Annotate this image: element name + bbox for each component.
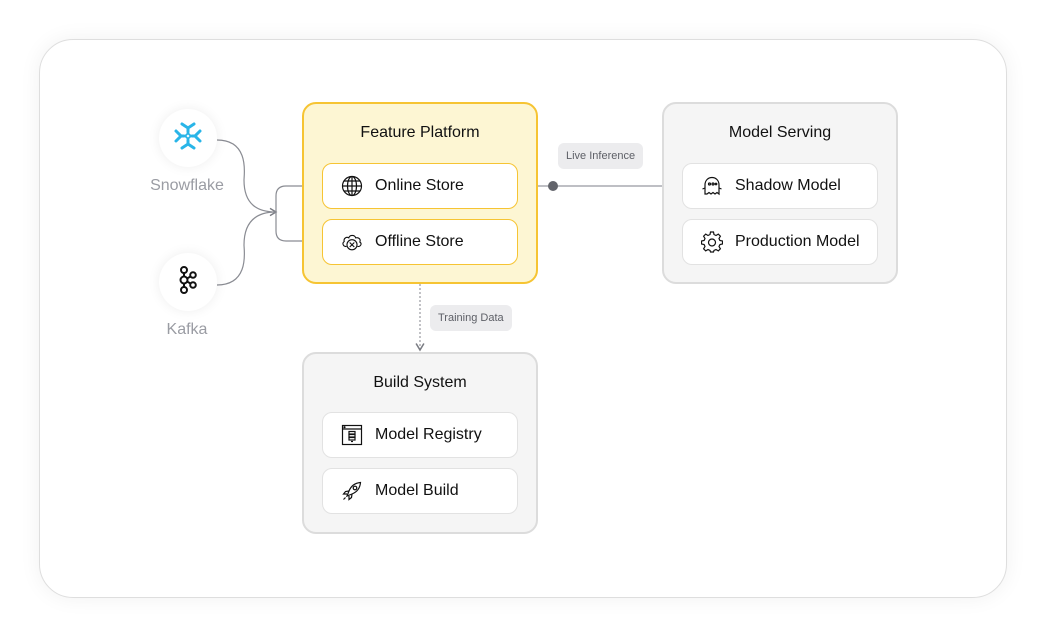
source-kafka[interactable] xyxy=(159,253,217,311)
item-label: Model Registry xyxy=(375,426,482,443)
source-label-kafka: Kafka xyxy=(166,321,208,338)
edge-label-live-inference: Live Inference xyxy=(558,143,644,169)
group-model-serving: Model Serving Shadow Model Production Mo… xyxy=(662,102,898,284)
item-label: Model Build xyxy=(375,482,459,499)
globe-icon xyxy=(341,175,363,197)
item-online-store[interactable]: Online Store xyxy=(322,163,518,209)
source-snowflake[interactable] xyxy=(159,109,217,167)
group-title: Feature Platform xyxy=(360,124,480,141)
group-feature-platform: Feature Platform Online Store Offline St… xyxy=(302,102,538,284)
ghost-icon xyxy=(701,175,723,197)
group-title: Build System xyxy=(373,374,467,391)
item-production-model[interactable]: Production Model xyxy=(682,219,878,265)
item-label: Production Model xyxy=(735,233,860,250)
source-label-snowflake: Snowflake xyxy=(150,177,224,194)
rocket-icon xyxy=(341,480,363,502)
item-offline-store[interactable]: Offline Store xyxy=(322,219,518,265)
registry-icon xyxy=(341,424,363,446)
kafka-icon xyxy=(176,265,200,300)
item-label: Online Store xyxy=(375,177,464,194)
item-model-build[interactable]: Model Build xyxy=(322,468,518,514)
cloud-x-icon xyxy=(341,231,363,253)
group-title: Model Serving xyxy=(728,124,832,141)
item-label: Shadow Model xyxy=(735,177,841,194)
group-build-system: Build System Model Registry Model Build xyxy=(302,352,538,534)
item-shadow-model[interactable]: Shadow Model xyxy=(682,163,878,209)
item-model-registry[interactable]: Model Registry xyxy=(322,412,518,458)
gear-icon xyxy=(701,231,723,253)
edge-label-training-data: Training Data xyxy=(430,305,512,331)
snowflake-icon xyxy=(173,121,203,156)
item-label: Offline Store xyxy=(375,233,464,250)
